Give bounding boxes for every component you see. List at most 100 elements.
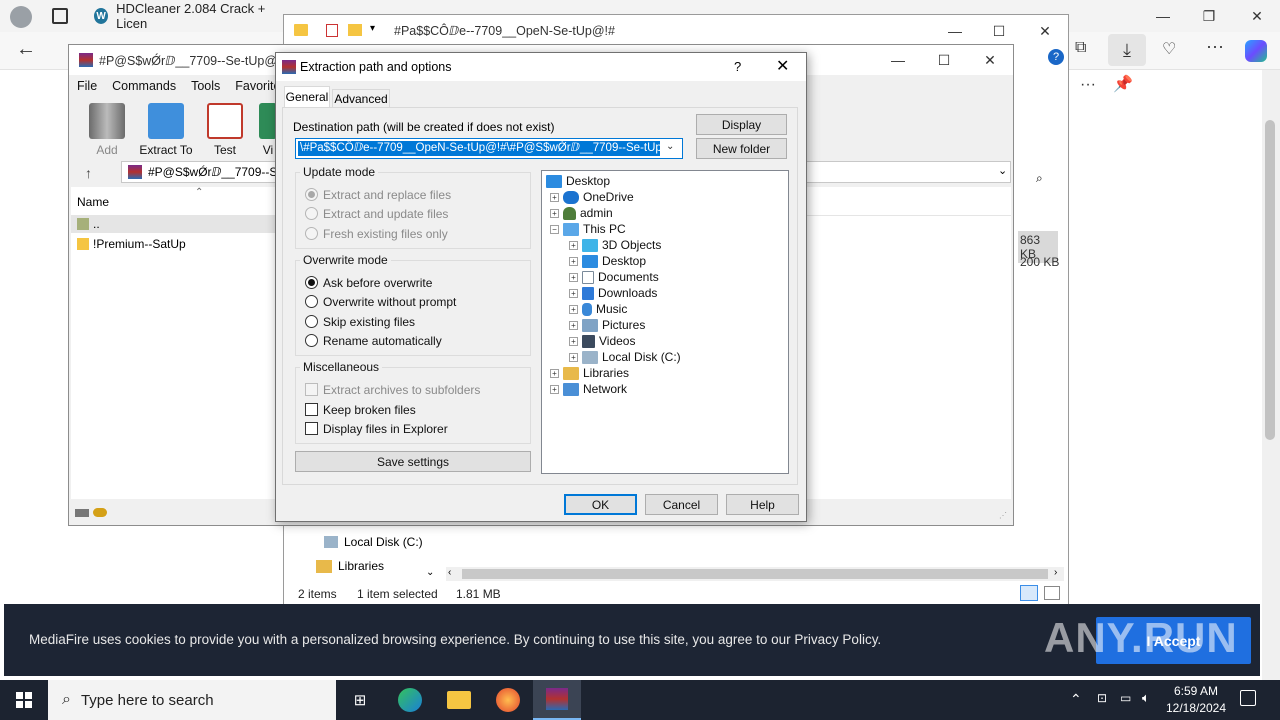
volume-icon[interactable]: 🔈︎ <box>1142 690 1150 706</box>
nav-libraries[interactable]: Libraries <box>316 559 384 573</box>
network-tray-icon[interactable]: ▭ <box>1120 691 1131 705</box>
tree-item-onedrive[interactable]: + OneDrive <box>550 189 634 205</box>
fresh-existing-radio[interactable]: Fresh existing files only <box>305 224 448 243</box>
tree-item-network[interactable]: + Network <box>550 381 627 397</box>
tree-item-music[interactable]: + Music <box>569 301 627 317</box>
scroll-left-icon[interactable]: ‹ <box>448 567 451 578</box>
file-explorer-icon[interactable] <box>435 680 483 720</box>
extract-to-button[interactable]: Extract To <box>135 103 197 157</box>
horizontal-scrollbar[interactable]: ‹ › <box>446 567 1064 581</box>
menu-file[interactable]: File <box>77 79 97 93</box>
firefox-icon[interactable] <box>484 680 532 720</box>
explorer-search-icon[interactable]: ⌕ <box>1036 171 1043 186</box>
scroll-right-icon[interactable]: › <box>1054 567 1057 578</box>
qat-dropdown-icon[interactable]: ▾ <box>370 23 375 34</box>
tree-item-desktop-pc[interactable]: + Desktop <box>569 253 646 269</box>
extract-to-subfolders-checkbox[interactable]: Extract archives to subfolders <box>305 380 480 399</box>
expand-icon[interactable]: + <box>550 192 559 202</box>
extract-replace-radio[interactable]: Extract and replace files <box>305 185 451 204</box>
destination-path-input[interactable]: \#Pa$$CÔⅅe--7709__OpeN-Se-tUp@!#\#P@S$wǾ… <box>295 138 683 159</box>
tab-advanced[interactable]: Advanced <box>332 89 390 108</box>
page-scrollbar-thumb[interactable] <box>1265 120 1275 440</box>
browser-minimize-button[interactable]: — <box>1140 0 1186 32</box>
page-scrollbar[interactable] <box>1262 70 1280 680</box>
copilot-icon[interactable] <box>1245 40 1267 62</box>
extract-update-radio[interactable]: Extract and update files <box>305 204 448 223</box>
tab-hdcleaner[interactable]: W HDCleaner 2.084 Crack + Licen <box>86 0 286 32</box>
list-item[interactable]: .. <box>71 215 281 233</box>
ask-before-overwrite-radio[interactable]: Ask before overwrite <box>305 273 432 292</box>
cancel-button[interactable]: Cancel <box>645 494 718 515</box>
expand-icon[interactable]: + <box>569 240 578 250</box>
new-folder-icon[interactable] <box>348 24 362 36</box>
tree-item-3d-objects[interactable]: + 3D Objects <box>569 237 661 253</box>
ok-button[interactable]: OK <box>564 494 637 515</box>
path-dropdown-arrow-icon[interactable]: ⌄ <box>666 141 674 152</box>
notifications-icon[interactable] <box>1240 690 1256 706</box>
browser-close-button[interactable]: ✕ <box>1234 0 1280 32</box>
expand-icon[interactable]: + <box>569 304 578 314</box>
nav-local-disk[interactable]: Local Disk (C:) <box>324 535 423 549</box>
properties-icon[interactable] <box>326 24 338 37</box>
explorer-minimize-button[interactable]: — <box>932 15 978 47</box>
keep-broken-files-checkbox[interactable]: Keep broken files <box>305 400 416 419</box>
collapse-icon[interactable]: − <box>550 224 559 234</box>
tree-item-desktop[interactable]: Desktop <box>546 173 610 189</box>
tree-item-downloads[interactable]: + Downloads <box>569 285 657 301</box>
display-in-explorer-checkbox[interactable]: Display files in Explorer <box>305 419 448 438</box>
dialog-close-button[interactable]: ✕ <box>776 56 789 76</box>
up-arrow-icon[interactable]: ↑ <box>85 165 92 181</box>
horizontal-scroll-thumb[interactable] <box>462 569 1048 579</box>
column-name-header[interactable]: Name <box>77 195 109 209</box>
tree-item-this-pc[interactable]: − This PC <box>550 221 626 237</box>
tree-item-pictures[interactable]: + Pictures <box>569 317 645 333</box>
task-view-icon[interactable]: ⊞ <box>336 680 384 720</box>
more-options-icon[interactable]: ··· <box>1080 76 1096 94</box>
rename-automatically-radio[interactable]: Rename automatically <box>305 331 442 350</box>
menu-commands[interactable]: Commands <box>112 79 176 93</box>
help-button[interactable]: Help <box>726 494 799 515</box>
expand-icon[interactable]: + <box>569 352 578 362</box>
add-button[interactable]: Add <box>79 103 135 157</box>
collections-icon[interactable]: ⧉ <box>1075 39 1086 57</box>
test-button[interactable]: Test <box>197 103 253 157</box>
expand-icon[interactable]: + <box>569 320 578 330</box>
start-button[interactable] <box>0 680 48 720</box>
edge-icon[interactable] <box>386 680 434 720</box>
details-view-icon[interactable] <box>1020 585 1038 601</box>
show-hidden-icons[interactable]: ⌃ <box>1070 691 1082 708</box>
display-button[interactable]: Display <box>696 114 787 135</box>
explorer-close-button[interactable]: ✕ <box>1022 15 1068 47</box>
expand-icon[interactable]: + <box>550 368 559 378</box>
nav-scroll-down-icon[interactable]: ⌄ <box>426 567 434 578</box>
list-item[interactable]: !Premium--SatUp <box>71 235 281 253</box>
skip-existing-radio[interactable]: Skip existing files <box>305 312 415 331</box>
health-icon[interactable]: ♡ <box>1162 39 1176 59</box>
resize-grip-icon[interactable]: ⋰ <box>999 511 1007 520</box>
save-settings-button[interactable]: Save settings <box>295 451 531 472</box>
explorer-maximize-button[interactable]: ☐ <box>976 15 1022 47</box>
pin-icon[interactable]: 📌 <box>1113 74 1133 94</box>
tiles-view-icon[interactable] <box>1044 586 1060 600</box>
winrar-maximize-button[interactable]: ☐ <box>921 45 967 75</box>
tray-app-icon[interactable]: ⊡ <box>1097 691 1107 705</box>
new-folder-button[interactable]: New folder <box>696 138 787 159</box>
profile-avatar[interactable] <box>10 6 32 28</box>
tab-actions-icon[interactable] <box>52 8 68 24</box>
back-icon[interactable]: ← <box>16 38 36 61</box>
tree-item-local-disk[interactable]: + Local Disk (C:) <box>569 349 681 365</box>
menu-tools[interactable]: Tools <box>191 79 220 93</box>
tree-item-libraries[interactable]: + Libraries <box>550 365 629 381</box>
winrar-task-icon[interactable] <box>533 680 581 720</box>
path-dropdown-icon[interactable]: ⌄ <box>998 164 1007 177</box>
winrar-minimize-button[interactable]: — <box>875 45 921 75</box>
overwrite-without-prompt-radio[interactable]: Overwrite without prompt <box>305 292 456 311</box>
dialog-help-button[interactable]: ? <box>734 59 741 74</box>
browser-restore-button[interactable]: ❐ <box>1186 0 1232 32</box>
system-clock[interactable]: 6:59 AM 12/18/2024 <box>1160 683 1232 717</box>
more-icon[interactable]: ··· <box>1206 36 1224 57</box>
expand-icon[interactable]: + <box>569 288 578 298</box>
downloads-icon[interactable]: ⤓ <box>1108 34 1146 66</box>
folder-tree[interactable]: Desktop + OneDrive + admin − This PC + 3… <box>541 170 789 474</box>
expand-icon[interactable]: + <box>569 256 578 266</box>
